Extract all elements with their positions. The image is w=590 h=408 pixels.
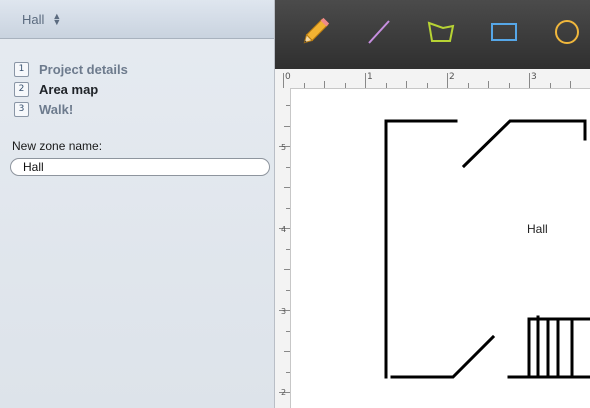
zone-name-input[interactable] — [10, 158, 270, 176]
ruler-label: 5 — [281, 143, 287, 152]
toolbar — [275, 0, 590, 69]
ruler-label: 2 — [281, 388, 287, 397]
wall-top-right — [461, 119, 587, 169]
rectangle-tool-button[interactable] — [486, 14, 522, 50]
step-area-map[interactable]: 2 Area map — [14, 79, 128, 99]
step-label: Project details — [39, 61, 128, 77]
wall-bottom-left — [390, 334, 496, 379]
ruler-label: 3 — [281, 307, 287, 316]
rectangle-icon — [491, 23, 517, 41]
up-down-arrows-icon: ▲ ▼ — [52, 11, 62, 27]
step-walk[interactable]: 3 Walk! — [14, 99, 128, 119]
polygon-tool-button[interactable] — [423, 14, 459, 50]
zone-selector-label: Hall — [22, 11, 45, 27]
step-label: Area map — [39, 81, 99, 97]
ruler-label: 0 — [285, 72, 291, 82]
step-project-details[interactable]: 1 Project details — [14, 59, 128, 79]
sidebar: Hall ▲ ▼ 1 Project details 2 Area map 3 W… — [0, 0, 275, 408]
ruler-label: 3 — [531, 72, 537, 82]
zone-selector[interactable]: Hall ▲ ▼ — [0, 0, 274, 39]
step-number: 3 — [14, 101, 29, 117]
wall-left — [384, 119, 458, 379]
pencil-tool-button[interactable] — [297, 14, 333, 50]
floor-plan-drawing — [384, 119, 590, 379]
step-number: 1 — [14, 61, 29, 77]
circle-tool-button[interactable] — [549, 14, 585, 50]
step-number: 2 — [14, 81, 29, 97]
line-icon — [368, 20, 390, 44]
ruler-ticks — [279, 105, 290, 393]
zone-label-hall[interactable]: Hall — [527, 222, 548, 236]
steps-list: 1 Project details 2 Area map 3 Walk! — [14, 59, 128, 119]
ruler-label: 1 — [367, 72, 373, 82]
step-label: Walk! — [39, 101, 74, 117]
line-tool-button[interactable] — [361, 14, 397, 50]
vertical-ruler: 5 4 3 2 — [275, 88, 291, 408]
new-zone-name-label: New zone name: — [12, 139, 103, 153]
floor-plan-canvas[interactable]: Hall — [291, 89, 590, 408]
ruler-label: 2 — [449, 72, 455, 82]
ruler-label: 4 — [281, 225, 287, 234]
pencil-icon — [303, 17, 330, 44]
ruler-ticks — [283, 73, 571, 88]
circle-icon — [555, 20, 579, 44]
polygon-icon — [427, 21, 455, 42]
horizontal-ruler: 0 1 2 3 — [275, 69, 590, 89]
